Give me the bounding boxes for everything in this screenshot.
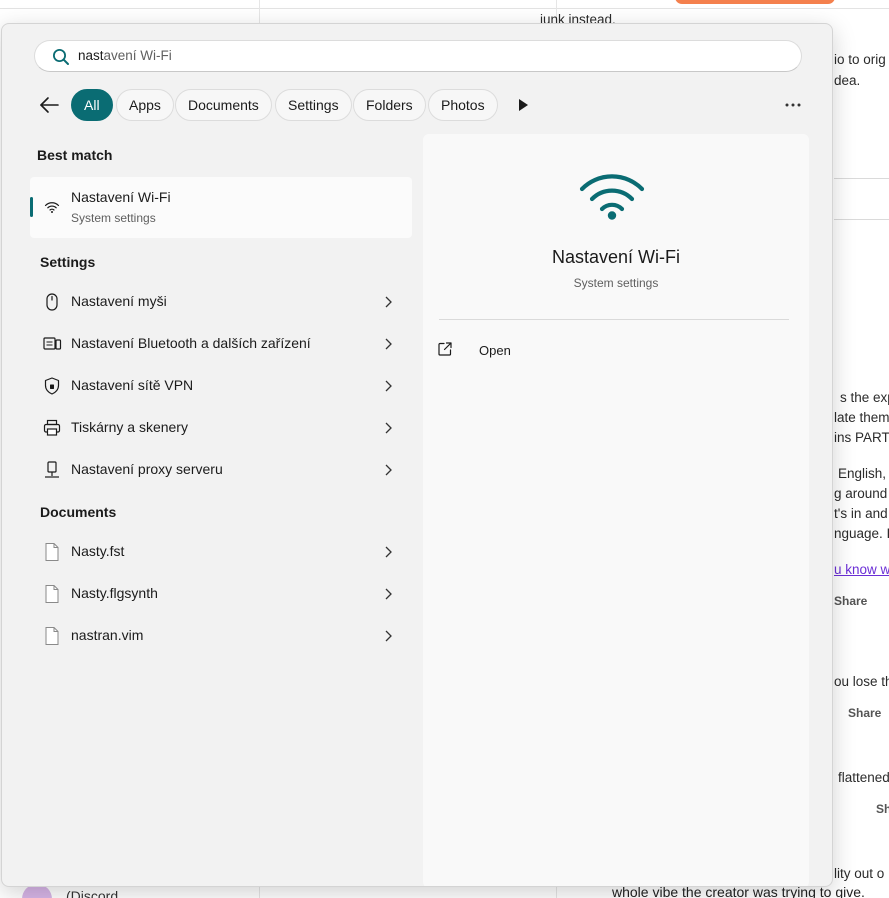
- detail-pane: Nastavení Wi-Fi System settings Open: [423, 134, 809, 886]
- chevron-right-icon: [385, 588, 392, 600]
- background-banner: [675, 0, 835, 4]
- best-match-item[interactable]: Nastavení Wi-Fi System settings: [30, 177, 412, 238]
- best-match-name: Nastavení Wi-Fi: [71, 189, 171, 205]
- more-options-icon[interactable]: [782, 97, 804, 113]
- chevron-right-icon: [385, 630, 392, 642]
- detail-subtitle: System settings: [573, 276, 659, 290]
- background-text: English,: [838, 466, 887, 481]
- filter-chip-folders[interactable]: Folders: [353, 89, 426, 121]
- settings-result-label: Tiskárny a skenery: [71, 419, 188, 435]
- search-box[interactable]: nastavení Wi-Fi: [34, 40, 802, 72]
- background-text: (Discord: [66, 888, 119, 898]
- background-share-button[interactable]: Share: [848, 706, 881, 720]
- document-result-item[interactable]: Nasty.fst: [30, 532, 412, 572]
- open-external-icon: [438, 342, 452, 356]
- document-result-label: Nasty.fst: [71, 543, 125, 559]
- search-input[interactable]: nastavení Wi-Fi: [78, 41, 778, 71]
- settings-result-item[interactable]: Nastavení myši: [30, 282, 412, 322]
- document-result-label: nastran.vim: [71, 627, 144, 643]
- filter-chip-apps[interactable]: Apps: [116, 89, 174, 121]
- section-title-settings: Settings: [40, 254, 96, 270]
- file-icon: [45, 543, 59, 561]
- filter-chip-documents[interactable]: Documents: [175, 89, 272, 121]
- background-text: g around: [834, 486, 888, 501]
- open-label: Open: [479, 343, 511, 358]
- wifi-icon: [44, 202, 60, 213]
- filter-chip-photos[interactable]: Photos: [428, 89, 498, 121]
- shield-icon: [44, 377, 60, 395]
- file-icon: [45, 585, 59, 603]
- settings-result-label: Nastavení proxy serveru: [71, 461, 223, 477]
- keyboard-devices-icon: [43, 337, 62, 350]
- background-text: lity out o: [834, 866, 885, 881]
- section-title-best-match: Best match: [37, 147, 113, 163]
- chevron-right-icon: [385, 546, 392, 558]
- background-text: dea.: [834, 73, 861, 88]
- search-icon: [53, 49, 69, 65]
- settings-result-item[interactable]: Nastavení Bluetooth a dalších zařízení: [30, 324, 412, 364]
- open-action[interactable]: Open: [437, 338, 637, 362]
- document-result-label: Nasty.flgsynth: [71, 585, 158, 601]
- search-query-suggestion: avení Wi-Fi: [103, 48, 172, 63]
- background-text: nguage. It: [834, 526, 889, 541]
- settings-result-item[interactable]: Nastavení sítě VPN: [30, 366, 412, 406]
- printer-icon: [43, 419, 61, 436]
- wifi-icon: [579, 174, 645, 220]
- chevron-right-icon: [385, 464, 392, 476]
- background-link[interactable]: u know w: [834, 562, 889, 577]
- proxy-icon: [45, 461, 59, 478]
- detail-title: Nastavení Wi-Fi: [551, 247, 681, 267]
- settings-result-label: Nastavení myši: [71, 293, 167, 309]
- settings-result-label: Nastavení Bluetooth a dalších zařízení: [71, 335, 311, 351]
- settings-result-label: Nastavení sítě VPN: [71, 377, 194, 393]
- chevron-right-icon: [385, 338, 392, 350]
- back-arrow-icon[interactable]: [38, 95, 60, 115]
- background-divider: [834, 178, 889, 179]
- background-text: ou lose th: [834, 674, 889, 689]
- chevron-right-icon: [385, 296, 392, 308]
- filter-chip-all[interactable]: All: [71, 89, 113, 121]
- file-icon: [45, 627, 59, 645]
- settings-result-item[interactable]: Tiskárny a skenery: [30, 408, 412, 448]
- document-result-item[interactable]: Nasty.flgsynth: [30, 574, 412, 614]
- background-text: ins PARTS: [834, 430, 889, 445]
- settings-result-item[interactable]: Nastavení proxy serveru: [30, 450, 412, 490]
- background-text: t's in and: [834, 506, 888, 521]
- filter-bar: All Apps Documents Settings Folders Phot…: [38, 89, 828, 121]
- background-text: flattened: [838, 770, 889, 785]
- background-share-button[interactable]: Sh: [876, 802, 889, 816]
- chevron-right-icon: [385, 380, 392, 392]
- section-title-documents: Documents: [40, 504, 117, 520]
- selection-indicator: [30, 197, 33, 217]
- search-flyout: nastavení Wi-Fi All Apps Documents Setti…: [1, 23, 833, 887]
- chevron-right-icon: [385, 422, 392, 434]
- filter-chip-settings[interactable]: Settings: [275, 89, 352, 121]
- background-share-button[interactable]: Share: [834, 594, 867, 608]
- best-match-subtitle: System settings: [71, 211, 156, 225]
- background-divider: [834, 219, 889, 220]
- background-text: s the expe: [840, 390, 889, 405]
- divider: [439, 319, 789, 320]
- background-text: late them: [834, 410, 889, 425]
- background-text: io to orig: [834, 52, 886, 67]
- mouse-icon: [46, 293, 58, 311]
- document-result-item[interactable]: nastran.vim: [30, 616, 412, 656]
- play-icon[interactable]: [516, 98, 530, 112]
- search-query-typed: nast: [78, 48, 104, 63]
